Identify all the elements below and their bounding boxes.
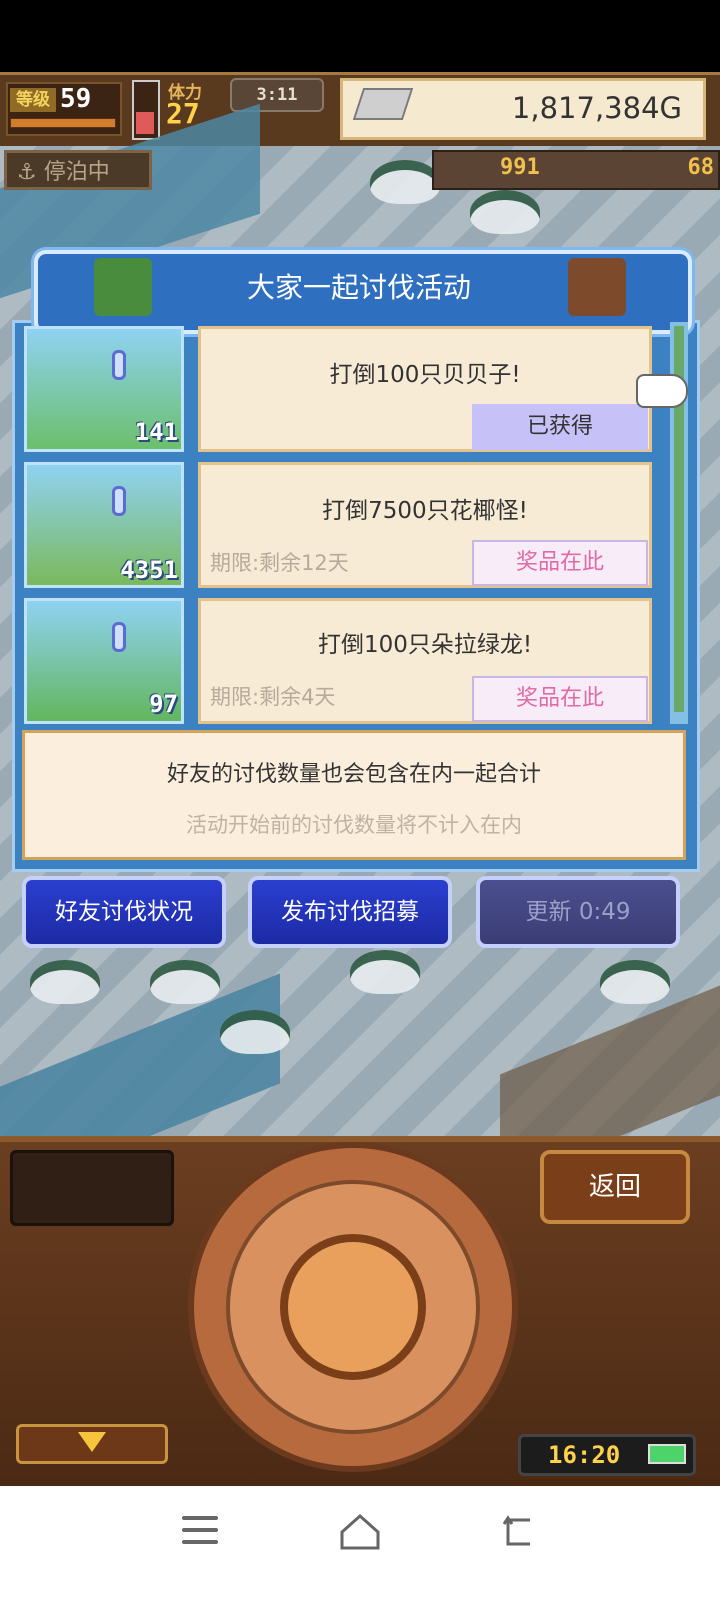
quest-title: 打倒100只朵拉绿龙! (317, 632, 533, 658)
back-icon[interactable] (500, 1514, 536, 1550)
item-slot[interactable] (10, 1150, 174, 1226)
claimed-badge: 已获得 (472, 404, 648, 450)
snow-tree (150, 960, 220, 1004)
quest-deadline: 期限:剩余4天 (210, 685, 336, 709)
status-bar (0, 0, 720, 72)
exclamation-icon (112, 622, 126, 652)
level-value: 59 (60, 84, 92, 114)
snow-tree (350, 950, 420, 994)
snow-tree (30, 960, 100, 1004)
info-sub-text: 活动开始前的讨伐数量将不计入在内 (186, 813, 522, 837)
exclamation-icon (112, 350, 126, 380)
wood-count: 991 (500, 155, 540, 180)
quest-title: 打倒7500只花椰怪! (322, 498, 528, 524)
quest-title: 打倒100只贝贝子! (329, 362, 521, 388)
snow-tree (220, 1010, 290, 1054)
level-label: 等级 (10, 88, 56, 112)
money-value: 1,817,384G (511, 91, 682, 125)
stamina-fill (136, 112, 154, 134)
friend-status-button[interactable]: 好友讨伐状况 (22, 876, 226, 948)
harbor-status-badge[interactable]: ⚓ 停泊中 (4, 150, 152, 190)
back-button[interactable]: 返回 (540, 1150, 690, 1224)
exp-bar (10, 118, 116, 128)
chevron-down-icon (78, 1432, 106, 1452)
real-time-clock: 16:20 (548, 1441, 621, 1469)
anchor-icon: ⚓ (17, 160, 37, 185)
prize-button[interactable]: 奖品在此 (472, 676, 648, 722)
home-icon[interactable] (338, 1512, 382, 1552)
exclamation-icon (112, 486, 126, 516)
info-main-text: 好友的讨伐数量也会包含在内一起合计 (166, 762, 541, 787)
coin-count: 68 (687, 155, 715, 180)
snow-tree (470, 190, 540, 234)
publish-recruit-button[interactable]: 发布讨伐招募 (248, 876, 452, 948)
refresh-button[interactable]: 更新 0:49 (476, 876, 680, 948)
battery-icon (648, 1444, 686, 1464)
snow-tree (370, 160, 440, 204)
silver-bar-icon (352, 88, 414, 120)
event-title: 大家一起讨伐活动 (246, 271, 471, 304)
menu-icon[interactable] (182, 1516, 218, 1546)
game-clock: 3:11 (230, 78, 324, 112)
harbor-status-label: 停泊中 (43, 160, 110, 185)
snow-tree (600, 960, 670, 1004)
hand-pointer-icon (636, 374, 688, 408)
dpad-center-button[interactable] (280, 1234, 426, 1380)
kill-count: 97 (149, 690, 178, 718)
kill-count: 141 (134, 418, 178, 446)
prize-button[interactable]: 奖品在此 (472, 540, 648, 586)
kill-count: 4351 (120, 556, 178, 584)
quest-deadline: 期限:剩余12天 (210, 551, 349, 575)
